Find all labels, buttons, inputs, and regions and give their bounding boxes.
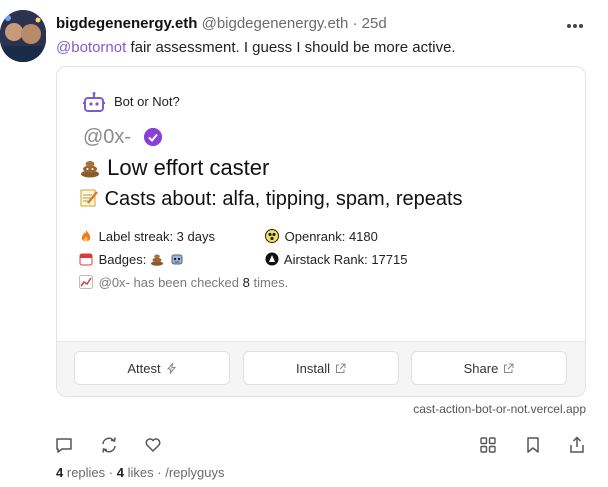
calendar-emoji-icon bbox=[79, 253, 93, 266]
post-body: fair assessment. I guess I should be mor… bbox=[126, 39, 456, 56]
avatar[interactable] bbox=[0, 10, 46, 62]
display-name[interactable]: bigdegenenergy.eth bbox=[56, 15, 197, 32]
likes-label[interactable]: likes bbox=[128, 465, 154, 480]
checked-suffix: times. bbox=[253, 275, 289, 290]
airstack-rank: Airstack Rank: 17715 bbox=[265, 252, 407, 267]
airstack-rank-text: Airstack Rank: 17715 bbox=[283, 252, 408, 267]
lightning-icon bbox=[166, 362, 176, 374]
topics-text: Casts about: alfa, tipping, spam, repeat… bbox=[104, 188, 463, 210]
checked-count: 8 bbox=[242, 275, 250, 290]
bookmark-icon[interactable] bbox=[524, 436, 542, 454]
verdict-text: Low effort caster bbox=[107, 155, 270, 180]
robot-icon bbox=[83, 92, 105, 112]
username[interactable]: @bigdegenenergy.eth bbox=[202, 15, 349, 32]
mention-link[interactable]: @botornot bbox=[56, 39, 126, 56]
poop-emoji-icon bbox=[81, 161, 99, 178]
header-separator: · bbox=[352, 15, 358, 32]
post-text: @botornot fair assessment. I guess I sho… bbox=[56, 39, 456, 56]
verified-icon bbox=[144, 128, 162, 146]
memo-emoji-icon bbox=[80, 189, 98, 207]
openrank-text: Openrank: 4180 bbox=[284, 229, 378, 244]
install-label: Install bbox=[296, 360, 330, 376]
likes-count[interactable]: 4 bbox=[117, 465, 124, 480]
post-time[interactable]: 25d bbox=[362, 15, 387, 32]
recast-icon[interactable] bbox=[100, 436, 118, 454]
frame-actions: Attest Install Share bbox=[57, 341, 585, 396]
verdict-line: Low effort caster bbox=[79, 155, 269, 181]
external-link-icon bbox=[335, 363, 346, 373]
frame-title: Bot or Not? bbox=[114, 94, 180, 109]
openrank: Openrank: 4180 bbox=[265, 229, 378, 244]
grid-icon[interactable] bbox=[479, 436, 497, 454]
label-streak-text: Label streak: 3 days bbox=[98, 229, 215, 244]
install-button[interactable]: Install bbox=[243, 351, 399, 385]
share-icon[interactable] bbox=[568, 436, 586, 454]
airstack-icon bbox=[265, 252, 279, 266]
external-link-icon bbox=[504, 363, 514, 373]
checked-user: @0x- bbox=[83, 126, 132, 148]
frame-image[interactable]: Bot or Not? @0x- Low effort caster Casts… bbox=[57, 67, 585, 341]
topics-line: Casts about: alfa, tipping, spam, repeat… bbox=[79, 188, 463, 211]
attest-label: Attest bbox=[127, 360, 161, 376]
footer-separator: · bbox=[108, 465, 114, 480]
attest-button[interactable]: Attest bbox=[74, 351, 230, 385]
fire-emoji-icon bbox=[81, 230, 91, 242]
replies-label[interactable]: replies bbox=[67, 465, 105, 480]
post-header: bigdegenenergy.eth @bigdegenenergy.eth ·… bbox=[56, 15, 387, 32]
checked-prefix: @0x- has been checked bbox=[98, 275, 240, 290]
more-options-icon[interactable] bbox=[566, 16, 584, 30]
like-icon[interactable] bbox=[144, 436, 162, 454]
robot-badge-icon bbox=[171, 254, 183, 265]
poop-badge-icon bbox=[150, 254, 163, 266]
share-label: Share bbox=[463, 360, 499, 376]
frame-card: Bot or Not? @0x- Low effort caster Casts… bbox=[56, 66, 586, 397]
post-footer: 4 replies · 4 likes · /replyguys bbox=[56, 465, 224, 480]
chart-up-emoji-icon bbox=[79, 275, 93, 289]
footer-separator: · bbox=[157, 465, 162, 480]
share-button[interactable]: Share bbox=[411, 351, 567, 385]
checked-count-line: @0x- has been checked 8 times. bbox=[79, 275, 288, 290]
replies-count[interactable]: 4 bbox=[56, 465, 63, 480]
badges-text: Badges: bbox=[98, 252, 147, 267]
badges: Badges: bbox=[79, 252, 186, 267]
label-streak: Label streak: 3 days bbox=[79, 229, 215, 244]
channel-link[interactable]: /replyguys bbox=[165, 465, 224, 480]
frame-domain[interactable]: cast-action-bot-or-not.vercel.app bbox=[413, 402, 586, 416]
reply-icon[interactable] bbox=[55, 436, 73, 454]
openrank-icon bbox=[265, 229, 279, 243]
